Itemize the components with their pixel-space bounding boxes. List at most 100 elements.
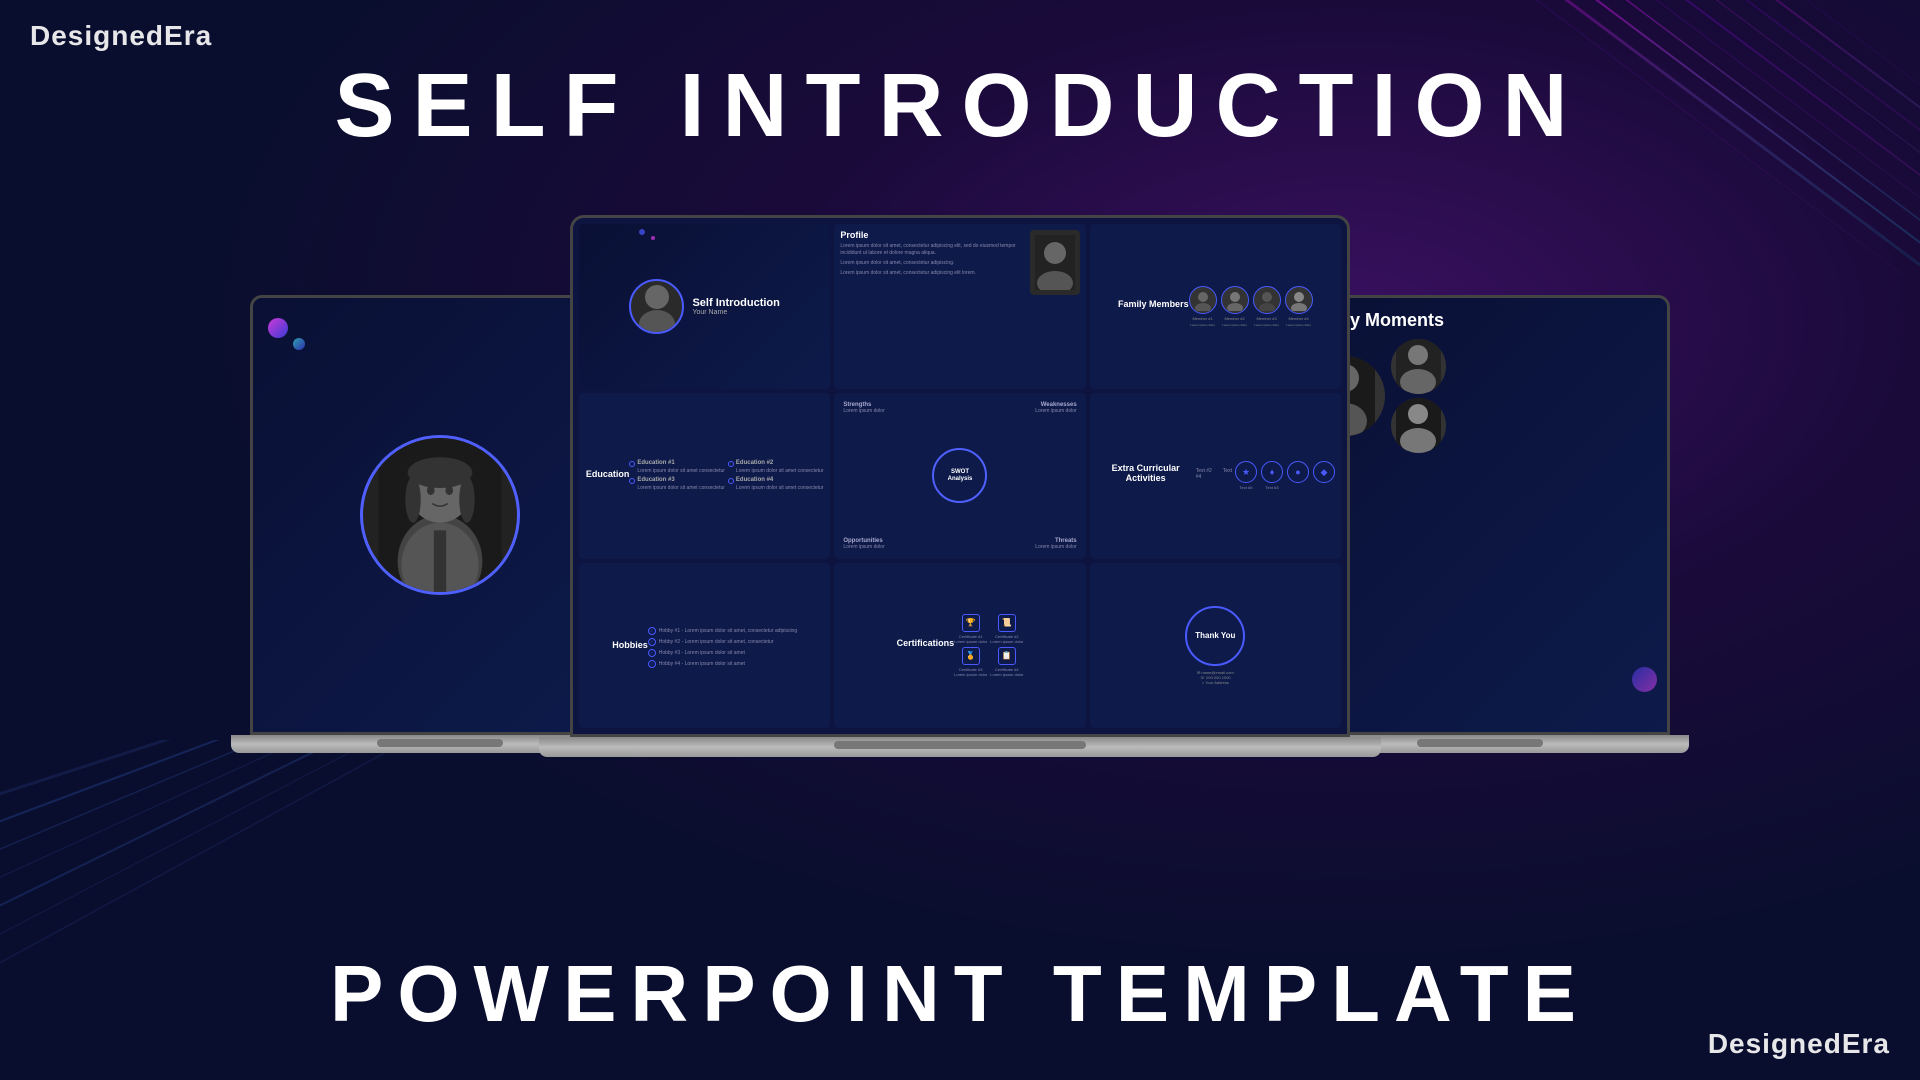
deco-dot-2: [651, 236, 655, 240]
bottom-title: POWERPOINT TEMPLATE: [330, 948, 1590, 1040]
right-photo-medium-2: [1391, 398, 1446, 453]
extra-icon-circle-3: ●: [1287, 461, 1309, 483]
slide-intro-subtitle: Your Name: [692, 309, 779, 316]
laptop-main-screen: Self Introduction Your Name Profile Lore…: [573, 218, 1347, 734]
laptops-showcase: Self Introduction Your Name Profile Lore…: [110, 175, 1810, 795]
extra-icons-row: ★ Text #5 ♦ Text #3 ●: [1235, 461, 1335, 490]
thankyou-title: Thank You: [1195, 631, 1235, 640]
slide-intro-text: Self Introduction Your Name: [692, 297, 779, 316]
slide-extra-curricular: Extra Curricular Activities Text #2 Text…: [1090, 393, 1341, 558]
extra-icon-3: ●: [1287, 461, 1309, 490]
hobbies-title: Hobbies: [612, 640, 648, 650]
family-desc-2: Lorem ipsum dolor: [1222, 323, 1247, 327]
thankyou-info: ✉ name@email.com ☏ 000 000 1000 ⌂ Your A…: [1197, 670, 1234, 685]
person-silhouette: [363, 438, 517, 592]
slide-family-members: Family Members Member #1 Lorem ipsum dol…: [1090, 224, 1341, 389]
swot-threats: ThreatsLorem ipsum dolor: [1022, 538, 1077, 550]
edu-item-4: Education #4Lorem ipsum dolor sit amet c…: [728, 477, 824, 491]
edu-dot-1: [629, 461, 635, 467]
education-title: Education: [586, 469, 630, 479]
slide-hobbies: Hobbies ✓ Hobby #1 - Lorem ipsum dolor s…: [579, 563, 830, 728]
family-avatar-2: [1221, 286, 1249, 314]
hobby-item-4: ✓ Hobby #4 - Lorem ipsum dolor sit amet: [648, 660, 797, 668]
hobby-text-1: Hobby #1 - Lorem ipsum dolor sit amet, c…: [659, 628, 797, 634]
profile-body-2: Lorem ipsum dolor sit amet, consectetur …: [840, 260, 1023, 267]
laptop-main-frame: Self Introduction Your Name Profile Lore…: [570, 215, 1350, 737]
cert-item-4: 📋 Certificate #4Lorem ipsum dolor: [990, 647, 1023, 677]
family-desc-1: Lorem ipsum dolor: [1190, 323, 1215, 327]
certs-title: Certifications: [897, 638, 955, 648]
family-member-4: Member #4 Lorem ipsum dolor: [1285, 286, 1313, 327]
hobby-item-3: ✓ Hobby #3 - Lorem ipsum dolor sit amet: [648, 649, 797, 657]
happy-moments-title: Happy Moments: [1305, 310, 1655, 331]
edu-item-2: Education #2Lorem ipsum dolor sit amet c…: [728, 460, 824, 474]
family-desc-4: Lorem ipsum dolor: [1286, 323, 1311, 327]
family-members-row: Member #1 Lorem ipsum dolor Member #2 Lo…: [1189, 286, 1313, 327]
cert-text-1: Certificate #1Lorem ipsum dolor: [954, 634, 987, 644]
hobby-check-3: ✓: [648, 649, 656, 657]
main-title-text: SELF INTRODUCTION: [335, 55, 1586, 158]
extra-icon-2: ♦ Text #3: [1261, 461, 1283, 490]
cert-icon-1: 🏆: [962, 614, 980, 632]
extra-title: Extra Curricular Activities: [1096, 463, 1196, 483]
person-portrait-circle: [360, 435, 520, 595]
hobby-text-3: Hobby #3 - Lorem ipsum dolor sit amet: [659, 650, 745, 656]
extra-icon-circle-2: ♦: [1261, 461, 1283, 483]
thankyou-circle: Thank You: [1185, 606, 1245, 666]
hobby-text-2: Hobby #2 - Lorem ipsum dolor sit amet, c…: [659, 639, 774, 645]
brand-logo-bottom-right: DesignedEra: [1708, 1028, 1890, 1060]
cert-icon-3: 🏅: [962, 647, 980, 665]
hobby-check-2: ✓: [648, 638, 656, 646]
profile-text: Profile Lorem ipsum dolor sit amet, cons…: [840, 230, 1023, 383]
brand-name-bold-br: Era: [1842, 1028, 1890, 1059]
edu-item-1: Education #1Lorem ipsum dolor sit amet c…: [629, 460, 725, 474]
cert-item-2: 📜 Certificate #2Lorem ipsum dolor: [990, 614, 1023, 644]
education-items: Education #1Lorem ipsum dolor sit amet c…: [629, 460, 823, 492]
deco-dot-1: [639, 229, 645, 235]
family-label-4: Member #4: [1288, 316, 1308, 321]
cert-text-3: Certificate #3Lorem ipsum dolor: [954, 667, 987, 677]
extra-subtitle: Text #2 Text #4: [1196, 468, 1235, 480]
profile-body: Lorem ipsum dolor sit amet, consectetur …: [840, 243, 1023, 257]
swot-center-circle: SWOTAnalysis: [932, 448, 987, 503]
hobby-check-1: ✓: [648, 627, 656, 635]
slides-grid: Self Introduction Your Name Profile Lore…: [573, 218, 1347, 734]
edu-item-3: Education #3Lorem ipsum dolor sit amet c…: [629, 477, 725, 491]
brand-name-bold: Era: [164, 20, 212, 51]
slide-intro-title: Self Introduction: [692, 297, 779, 309]
right-photos-column: [1391, 339, 1446, 453]
right-bubble-2: [1632, 667, 1657, 692]
edu-dot-3: [629, 478, 635, 484]
slide-education: Education Education #1Lorem ipsum dolor …: [579, 393, 830, 558]
hobby-check-4: ✓: [648, 660, 656, 668]
extra-icon-circle-4: ◆: [1313, 461, 1335, 483]
slide-profile: Profile Lorem ipsum dolor sit amet, cons…: [834, 224, 1085, 389]
right-photos-row: [1305, 339, 1655, 453]
hobby-items: ✓ Hobby #1 - Lorem ipsum dolor sit amet,…: [648, 627, 797, 668]
edu-dot-2: [728, 461, 734, 467]
cert-item-3: 🏅 Certificate #3Lorem ipsum dolor: [954, 647, 987, 677]
bottom-title-text: POWERPOINT TEMPLATE: [330, 948, 1590, 1040]
family-desc-3: Lorem ipsum dolor: [1254, 323, 1279, 327]
slide-certifications: Certifications 🏆 Certificate #1Lorem ips…: [834, 563, 1085, 728]
family-avatar-4: [1285, 286, 1313, 314]
edu-dot-4: [728, 478, 734, 484]
family-label-3: Member #3: [1256, 316, 1276, 321]
family-member-1: Member #1 Lorem ipsum dolor: [1189, 286, 1217, 327]
family-member-3: Member #3 Lorem ipsum dolor: [1253, 286, 1281, 327]
hobby-item-1: ✓ Hobby #1 - Lorem ipsum dolor sit amet,…: [648, 627, 797, 635]
family-title: Family Members: [1118, 299, 1189, 309]
family-label-1: Member #1: [1192, 316, 1212, 321]
hobby-item-2: ✓ Hobby #2 - Lorem ipsum dolor sit amet,…: [648, 638, 797, 646]
slide-swot: StrengthsLorem ipsum dolor WeaknessesLor…: [834, 393, 1085, 558]
laptop-main-base: [539, 737, 1381, 757]
profile-title: Profile: [840, 230, 1023, 240]
profile-body-3: Lorem ipsum dolor sit amet, consectetur …: [840, 270, 1023, 277]
family-avatar-1: [1189, 286, 1217, 314]
cert-text-2: Certificate #2Lorem ipsum dolor: [990, 634, 1023, 644]
profile-photo: [1030, 230, 1080, 295]
family-label-2: Member #2: [1224, 316, 1244, 321]
swot-strengths: StrengthsLorem ipsum dolor: [843, 402, 898, 414]
family-member-2: Member #2 Lorem ipsum dolor: [1221, 286, 1249, 327]
swot-opportunities: OpportunitiesLorem ipsum dolor: [843, 538, 898, 550]
